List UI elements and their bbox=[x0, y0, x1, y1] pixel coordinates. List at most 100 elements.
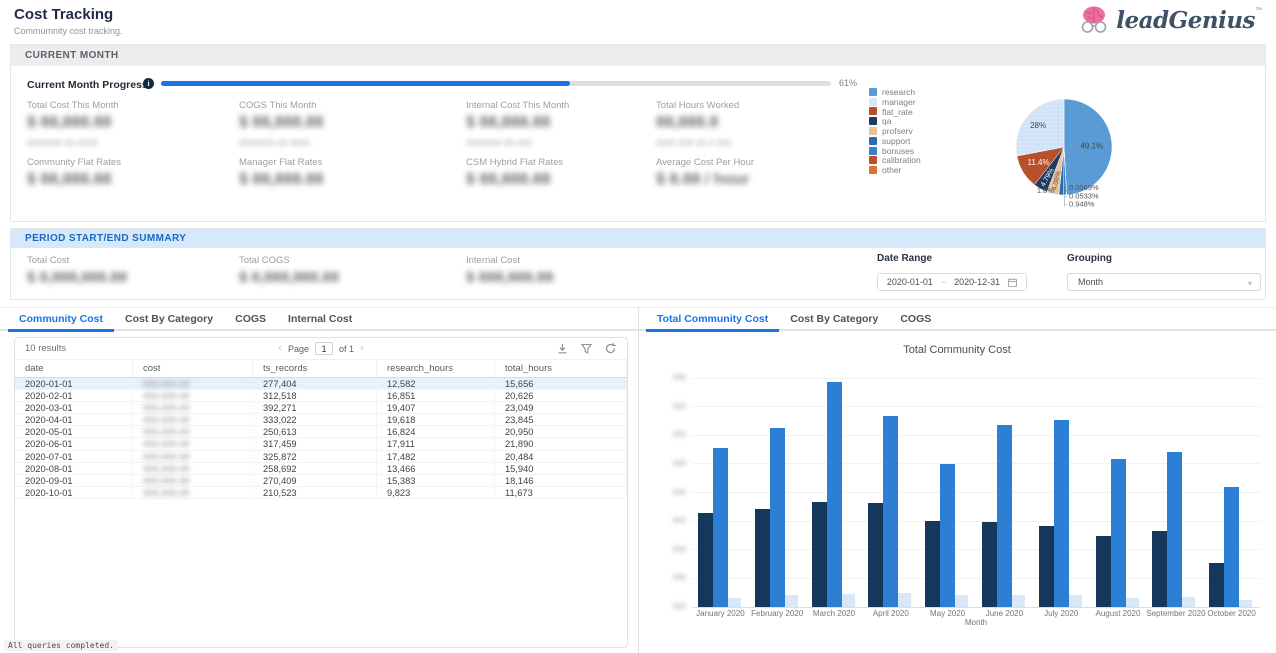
cell-total-hours: 20,484 bbox=[495, 451, 627, 462]
legend-label: research bbox=[882, 87, 915, 97]
column-header-date: date bbox=[15, 360, 133, 377]
legend-item-other[interactable]: other bbox=[869, 165, 921, 175]
legend-label: support bbox=[882, 136, 910, 146]
cell-research-hours: 15,383 bbox=[377, 475, 495, 486]
legend-item-qa[interactable]: qa bbox=[869, 116, 921, 126]
cell-ts-records: 317,459 bbox=[253, 438, 377, 449]
cell-cost: 888,888.88 bbox=[133, 378, 253, 389]
date-range-input[interactable]: 2020-01-01 ~ 2020-12-31 bbox=[877, 273, 1027, 291]
bar-total-hours-may-2020 bbox=[955, 595, 968, 607]
legend-label: other bbox=[882, 165, 901, 175]
cell-ts-records: 258,692 bbox=[253, 463, 377, 474]
legend-item-manager[interactable]: manager bbox=[869, 97, 921, 107]
bar-ts-records-february-2020 bbox=[770, 428, 785, 607]
tab-cost-by-category[interactable]: Cost By Category bbox=[779, 308, 889, 332]
bar-cost-june-2020 bbox=[982, 522, 997, 607]
tab-cost-by-category[interactable]: Cost By Category bbox=[114, 308, 224, 332]
table-row[interactable]: 2020-07-01888,888.88325,87217,48220,484 bbox=[15, 451, 627, 463]
stat-value-redacted: $ 8,888,888.88 bbox=[239, 269, 439, 286]
bar-ts-records-january-2020 bbox=[713, 448, 728, 607]
next-page-button[interactable]: › bbox=[360, 342, 364, 355]
table-toolbar: 10 results ‹ Page of 1 › bbox=[15, 338, 627, 360]
x-tick-april-2020: April 2020 bbox=[862, 609, 919, 618]
page-input[interactable] bbox=[315, 342, 333, 355]
cell-ts-records: 312,518 bbox=[253, 390, 377, 401]
stat-csm-hybrid-flat-rates: CSM Hybrid Flat Rates$ 88,888.88 bbox=[466, 157, 666, 189]
pie-label-flat-rate: 11.4% bbox=[1028, 158, 1050, 167]
cell-total-hours: 11,673 bbox=[495, 487, 627, 498]
y-tick-label-redacted: 888 bbox=[652, 430, 686, 439]
table-body: 2020-01-01888,888.88277,40412,58215,6562… bbox=[15, 378, 627, 499]
grouping-select[interactable]: Month ▾ bbox=[1067, 273, 1261, 291]
prev-page-button[interactable]: ‹ bbox=[278, 342, 282, 355]
y-tick-label-redacted: 888 bbox=[652, 402, 686, 411]
stat-total-cost: Total Cost$ 8,888,888.88 bbox=[27, 255, 227, 286]
brain-glasses-icon bbox=[1078, 4, 1110, 36]
table-row[interactable]: 2020-03-01888,888.88392,27119,40723,049 bbox=[15, 402, 627, 414]
cell-date: 2020-09-01 bbox=[15, 475, 133, 486]
tab-cogs[interactable]: COGS bbox=[889, 308, 942, 332]
download-icon[interactable] bbox=[556, 342, 569, 355]
legend-swatch bbox=[869, 147, 877, 155]
left-panel-tabs: Community CostCost By CategoryCOGSIntern… bbox=[8, 308, 363, 332]
x-tick-may-2020: May 2020 bbox=[919, 609, 976, 618]
tab-cogs[interactable]: COGS bbox=[224, 308, 277, 332]
legend-swatch bbox=[869, 117, 877, 125]
x-tick-february-2020: February 2020 bbox=[749, 609, 806, 618]
date-range-start[interactable]: 2020-01-01 bbox=[887, 277, 933, 287]
table-row[interactable]: 2020-05-01888,888.88250,61316,82420,950 bbox=[15, 426, 627, 438]
cell-cost: 888,888.88 bbox=[133, 463, 253, 474]
table-row[interactable]: 2020-08-01888,888.88258,69213,46615,940 bbox=[15, 463, 627, 475]
cell-date: 2020-08-01 bbox=[15, 463, 133, 474]
cell-total-hours: 15,656 bbox=[495, 378, 627, 389]
cell-date: 2020-01-01 bbox=[15, 378, 133, 389]
y-tick-label-redacted: 888 bbox=[652, 459, 686, 468]
bar-ts-records-april-2020 bbox=[883, 416, 898, 607]
period-summary-card: PERIOD START/END SUMMARY Total Cost$ 8,8… bbox=[10, 228, 1266, 300]
right-panel-tabs: Total Community CostCost By CategoryCOGS bbox=[646, 308, 942, 332]
legend-item-profserv[interactable]: profserv bbox=[869, 126, 921, 136]
tab-total-community-cost[interactable]: Total Community Cost bbox=[646, 308, 779, 332]
trademark-symbol: ™ bbox=[1255, 7, 1262, 14]
legend-label: calibration bbox=[882, 155, 921, 165]
table-row[interactable]: 2020-10-01888,888.88210,5239,82311,673 bbox=[15, 487, 627, 499]
legend-item-support[interactable]: support bbox=[869, 136, 921, 146]
bar-ts-records-may-2020 bbox=[940, 464, 955, 608]
table-row[interactable]: 2020-04-01888,888.88333,02219,61823,845 bbox=[15, 414, 627, 426]
refresh-icon[interactable] bbox=[604, 342, 617, 355]
bar-cost-april-2020 bbox=[868, 503, 883, 607]
current-month-card: CURRENT MONTH Current Month Progress i 6… bbox=[10, 44, 1266, 222]
legend-swatch bbox=[869, 88, 877, 96]
bar-ts-records-march-2020 bbox=[827, 382, 842, 607]
legend-swatch bbox=[869, 156, 877, 164]
table-row[interactable]: 2020-06-01888,888.88317,45917,91121,890 bbox=[15, 438, 627, 450]
table-row[interactable]: 2020-01-01888,888.88277,40412,58215,656 bbox=[15, 378, 627, 390]
bar-total-hours-february-2020 bbox=[785, 595, 798, 607]
table-row[interactable]: 2020-09-01888,888.88270,40915,38318,146 bbox=[15, 475, 627, 487]
cell-cost: 888,888.88 bbox=[133, 402, 253, 413]
legend-item-bonuses[interactable]: bonuses bbox=[869, 146, 921, 156]
cell-total-hours: 20,626 bbox=[495, 390, 627, 401]
cell-date: 2020-05-01 bbox=[15, 426, 133, 437]
date-range-end[interactable]: 2020-12-31 bbox=[954, 277, 1000, 287]
legend-item-flat-rate[interactable]: flat_rate bbox=[869, 107, 921, 117]
tab-internal-cost[interactable]: Internal Cost bbox=[277, 308, 363, 332]
x-tick-january-2020: January 2020 bbox=[692, 609, 749, 618]
tab-community-cost[interactable]: Community Cost bbox=[8, 308, 114, 332]
legend-item-research[interactable]: research bbox=[869, 87, 921, 97]
pie-label-manager: 28% bbox=[1030, 121, 1046, 130]
legend-item-calibration[interactable]: calibration bbox=[869, 156, 921, 166]
y-tick-label-redacted: 888 bbox=[652, 573, 686, 582]
stat-average-cost-per-hour: Average Cost Per Hour$ 8.88 / hour bbox=[656, 157, 856, 189]
bar-ts-records-august-2020 bbox=[1111, 459, 1126, 607]
stat-label: Internal Cost bbox=[466, 255, 666, 266]
table-row[interactable]: 2020-02-01888,888.88312,51816,85120,626 bbox=[15, 390, 627, 402]
cell-date: 2020-10-01 bbox=[15, 487, 133, 498]
panel-divider bbox=[638, 307, 639, 653]
cell-cost: 888,888.88 bbox=[133, 475, 253, 486]
bar-total-hours-september-2020 bbox=[1182, 597, 1195, 607]
x-tick-october-2020: October 2020 bbox=[1203, 609, 1260, 618]
stat-label: Community Flat Rates bbox=[27, 157, 227, 168]
filter-icon[interactable] bbox=[580, 342, 593, 355]
pagination: ‹ Page of 1 › bbox=[15, 342, 627, 355]
